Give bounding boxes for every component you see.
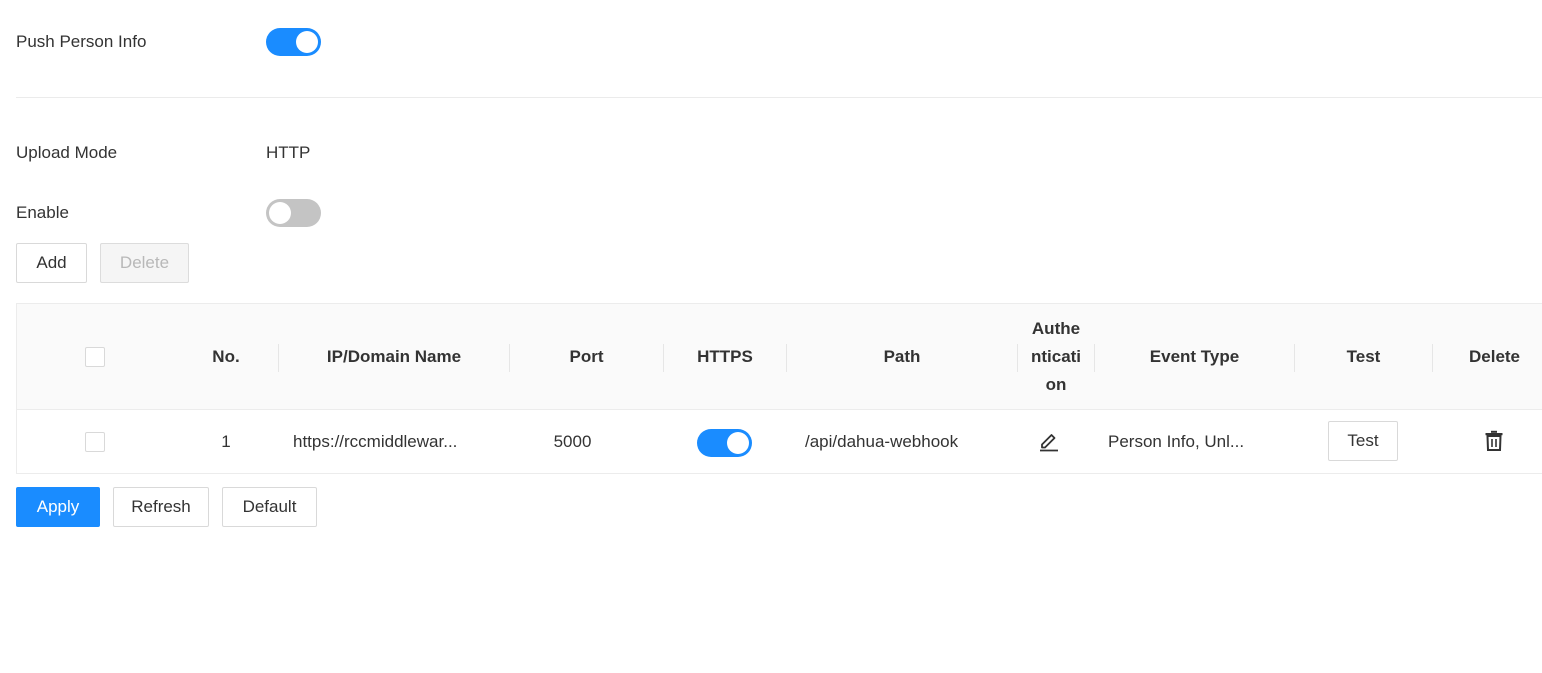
header-delete: Delete <box>1468 347 1521 366</box>
add-button[interactable]: Add <box>16 243 87 283</box>
server-table: No. IP/Domain Name Port HTTPS Path Authe… <box>16 303 1542 474</box>
row-port: 5000 <box>553 432 592 451</box>
row-event-type: Person Info, Unl... <box>1108 432 1245 451</box>
apply-button[interactable]: Apply <box>16 487 100 527</box>
delete-button[interactable]: Delete <box>100 243 189 283</box>
upload-mode-value: HTTP <box>266 143 311 162</box>
row-checkbox[interactable] <box>85 432 105 452</box>
header-port: Port <box>569 347 604 366</box>
upload-mode-label: Upload Mode <box>16 143 118 162</box>
header-authentication: Authe nticati on <box>1030 319 1082 394</box>
enable-label: Enable <box>16 203 69 222</box>
test-button[interactable]: Test <box>1328 421 1398 461</box>
push-person-info-label: Push Person Info <box>16 32 147 51</box>
select-all-checkbox[interactable] <box>85 347 105 367</box>
header-path: Path <box>883 347 921 366</box>
toggle-knob <box>269 202 291 224</box>
row-ip-domain: https://rccmiddlewar... <box>293 432 458 451</box>
header-test: Test <box>1346 347 1381 366</box>
edit-icon-svg <box>1040 434 1058 452</box>
row-no: 1 <box>221 432 231 451</box>
toggle-knob <box>296 31 318 53</box>
header-no: No. <box>212 347 240 366</box>
refresh-button[interactable]: Refresh <box>113 487 209 527</box>
header-ip-domain: IP/Domain Name <box>326 347 462 366</box>
edit-icon[interactable] <box>1037 429 1061 453</box>
row-path: /api/dahua-webhook <box>805 432 959 451</box>
enable-toggle[interactable] <box>266 199 321 227</box>
table-header: No. IP/Domain Name Port HTTPS Path Authe… <box>17 304 1542 410</box>
row-https-toggle[interactable] <box>697 429 752 457</box>
section-divider <box>16 97 1542 98</box>
default-button[interactable]: Default <box>222 487 317 527</box>
push-person-info-toggle[interactable] <box>266 28 321 56</box>
trash-icon-svg <box>1485 430 1503 451</box>
toggle-knob <box>727 432 749 454</box>
header-https: HTTPS <box>697 347 753 366</box>
header-event-type: Event Type <box>1149 347 1240 366</box>
trash-icon[interactable] <box>1482 428 1506 452</box>
